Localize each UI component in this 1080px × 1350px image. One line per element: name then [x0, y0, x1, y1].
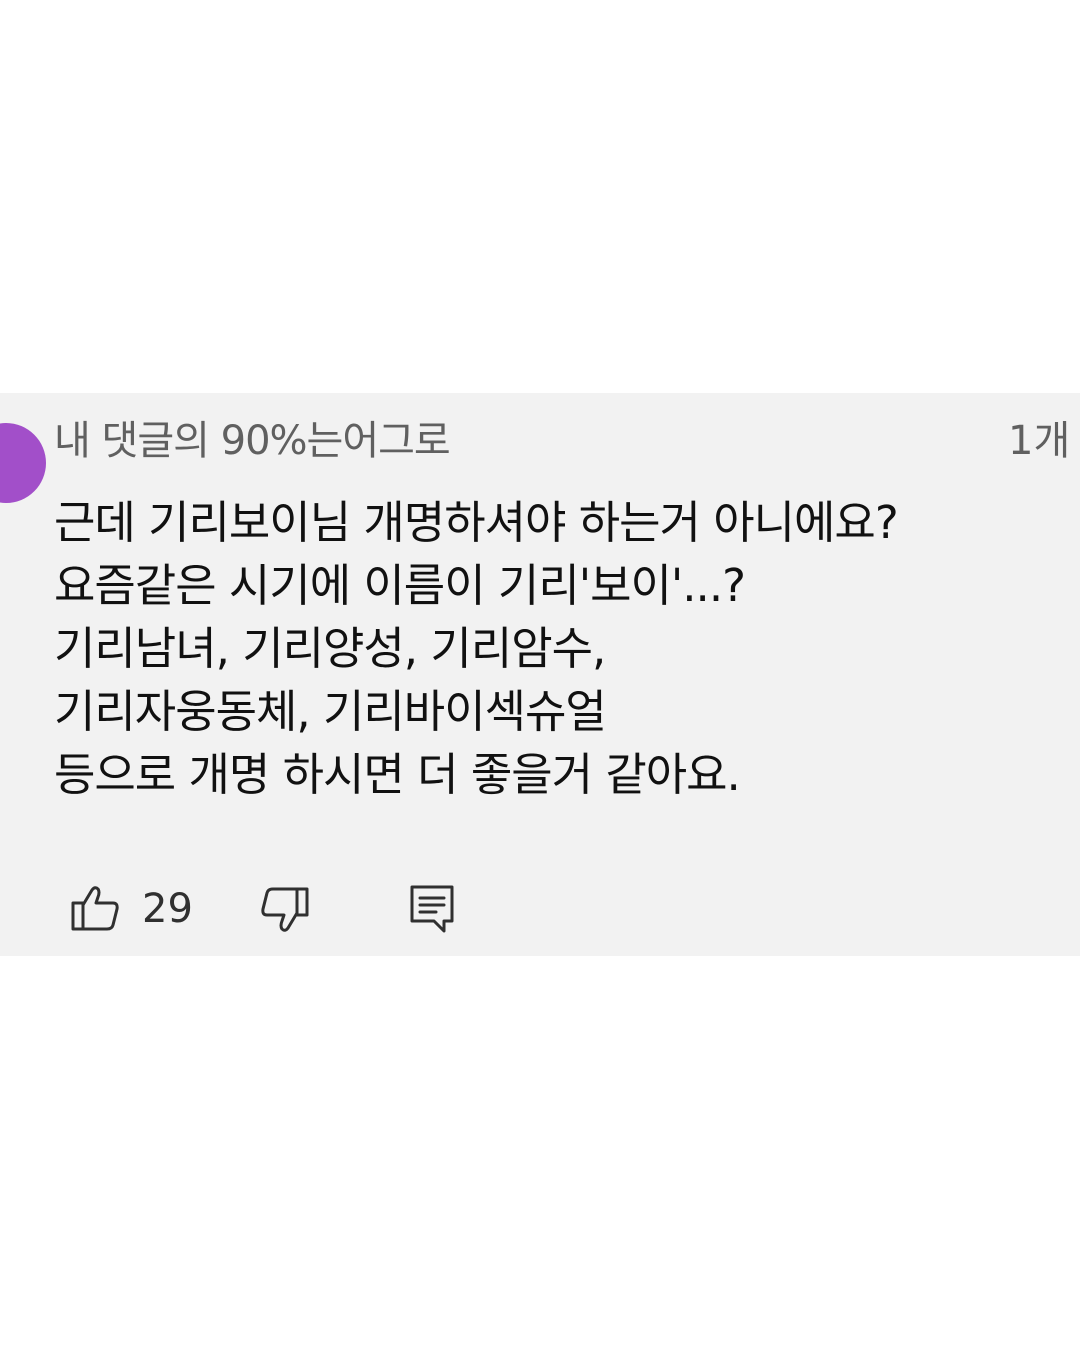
reply-comment-icon: [410, 885, 454, 933]
comment-line: 기리남녀, 기리양성, 기리암수,: [54, 622, 606, 675]
like-count: 29: [142, 886, 193, 932]
comment-line: 등으로 개명 하시면 더 좋을거 같아요.: [54, 748, 741, 801]
dislike-button[interactable]: [256, 881, 312, 937]
thumbs-up-icon: [71, 886, 119, 931]
comment-body: 근데 기리보이님 개명하셔야 하는거 아니에요? 요즘같은 시기에 이름이 기리…: [54, 491, 1074, 806]
thumbs-down-icon: [261, 887, 309, 932]
comment-author[interactable]: 내 댓글의 90%는어그로: [54, 417, 451, 465]
like-button[interactable]: [68, 881, 124, 937]
comment-line: 근데 기리보이님 개명하셔야 하는거 아니에요?: [54, 496, 899, 549]
reply-button[interactable]: [404, 881, 460, 937]
comment-time: 1개: [1008, 418, 1071, 464]
comment-line: 기리자웅동체, 기리바이섹슈얼: [54, 685, 607, 738]
comment-card: 내 댓글의 90%는어그로 1개 근데 기리보이님 개명하셔야 하는거 아니에요…: [0, 393, 1080, 956]
comment-line: 요즘같은 시기에 이름이 기리'보이'...?: [54, 559, 746, 612]
page: 내 댓글의 90%는어그로 1개 근데 기리보이님 개명하셔야 하는거 아니에요…: [0, 0, 1080, 1350]
avatar[interactable]: [0, 423, 46, 503]
